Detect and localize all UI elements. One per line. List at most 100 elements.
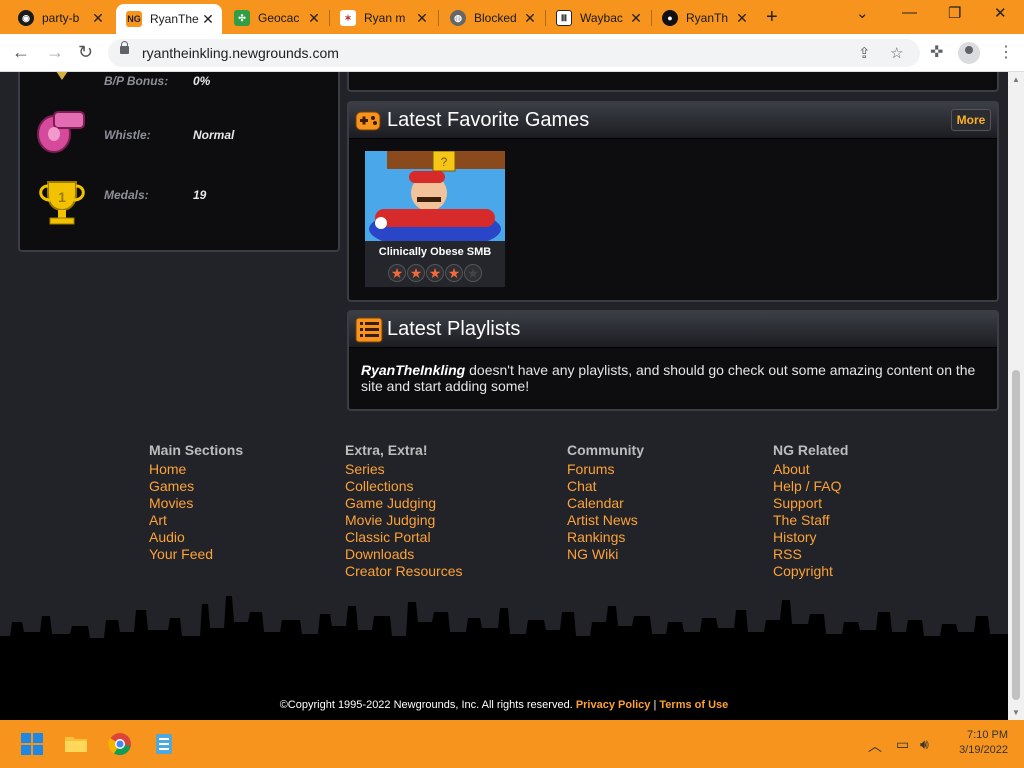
tab-label: Blocked [474, 11, 517, 25]
tab-blocked[interactable]: ◍ Blocked ✕ [440, 4, 544, 32]
menu-kebab-icon[interactable]: ⋮ [998, 42, 1014, 62]
back-arrow-icon[interactable]: ← [12, 42, 30, 63]
taskbar-clock[interactable]: 7:10 PM 3/19/2022 [938, 728, 1008, 758]
trophy-icon: 1 [39, 181, 85, 225]
footer-link-home[interactable]: Home [149, 461, 243, 478]
footer-link-collections[interactable]: Collections [345, 478, 463, 495]
tab-divider [545, 10, 546, 26]
forward-arrow-icon[interactable]: → [46, 42, 64, 63]
tab-divider [438, 10, 439, 26]
footer-link-ng-wiki[interactable]: NG Wiki [567, 546, 644, 563]
tab-strip: ◉ party-b ✕ NG RyanThe ✕ ✣ Geocac ✕ ✶ Ry… [0, 0, 1024, 34]
star-filled-icon: ★ [388, 264, 406, 282]
globe-icon: ◍ [450, 10, 466, 26]
tab-close-icon[interactable]: ✕ [90, 10, 106, 27]
tab-close-icon[interactable]: ✕ [414, 10, 430, 27]
windows-start-icon[interactable] [20, 732, 44, 756]
svg-text:1: 1 [58, 189, 66, 205]
tab-close-icon[interactable]: ✕ [200, 11, 216, 28]
bookmark-star-icon[interactable]: ☆ [890, 44, 903, 62]
footer-link-your-feed[interactable]: Your Feed [149, 546, 243, 563]
tab-search-chevron-icon[interactable]: ⌄ [856, 4, 869, 22]
footer-link-classic-portal[interactable]: Classic Portal [345, 529, 463, 546]
footer-link-audio[interactable]: Audio [149, 529, 243, 546]
footer-heading: Community [567, 442, 644, 458]
tab-ryantheinkling[interactable]: NG RyanThe ✕ [116, 4, 222, 34]
share-icon[interactable]: ⇪ [858, 44, 871, 62]
footer-heading: Extra, Extra! [345, 442, 428, 458]
footer-link-help-faq[interactable]: Help / FAQ [773, 478, 848, 495]
profile-avatar-icon[interactable] [958, 42, 980, 64]
reload-icon[interactable]: ↻ [78, 42, 93, 63]
tab-ryan-m[interactable]: ✶ Ryan m ✕ [330, 4, 436, 32]
game-card[interactable]: ? Clinically Obese SMB ★ ★ ★ ★ ★ [365, 151, 505, 287]
address-bar[interactable]: ryantheinkling.newgrounds.com ⇪ ☆ [108, 39, 920, 67]
new-tab-plus-icon[interactable]: + [766, 6, 778, 29]
username-link[interactable]: RyanTheInkling [361, 362, 465, 378]
restore-icon[interactable]: ❐ [948, 4, 961, 22]
footer-link-history[interactable]: History [773, 529, 848, 546]
footer-link-copyright[interactable]: Copyright [773, 563, 848, 580]
footer-link-the-staff[interactable]: The Staff [773, 512, 848, 529]
tab-ryanth[interactable]: ● RyanTh ✕ [652, 4, 756, 32]
geocaching-icon: ✣ [234, 10, 250, 26]
footer-link-about[interactable]: About [773, 461, 848, 478]
network-icon[interactable]: ▭ [896, 736, 909, 753]
lock-icon [120, 41, 129, 54]
scrollbar-thumb[interactable] [1012, 370, 1020, 700]
footer-link-games[interactable]: Games [149, 478, 243, 495]
chrome-icon[interactable] [108, 732, 132, 756]
minimize-icon[interactable]: — [902, 4, 917, 21]
tab-close-icon[interactable]: ✕ [734, 10, 750, 27]
tab-wayback[interactable]: Ⅲ Waybac ✕ [546, 4, 650, 32]
copyright-separator: | [653, 699, 657, 711]
scroll-down-arrow-icon[interactable]: ▼ [1012, 708, 1020, 717]
tab-close-icon[interactable]: ✕ [628, 10, 644, 27]
footer-link-forums[interactable]: Forums [567, 461, 644, 478]
footer-link-game-judging[interactable]: Game Judging [345, 495, 463, 512]
footer-link-rss[interactable]: RSS [773, 546, 848, 563]
more-button[interactable]: More [951, 109, 991, 131]
close-window-icon[interactable]: ✕ [994, 4, 1007, 22]
scroll-up-arrow-icon[interactable]: ▲ [1012, 75, 1020, 84]
file-explorer-icon[interactable] [64, 732, 88, 756]
footer-link-artist-news[interactable]: Artist News [567, 512, 644, 529]
privacy-policy-link[interactable]: Privacy Policy [576, 699, 651, 711]
tab-party[interactable]: ◉ party-b ✕ [8, 4, 112, 32]
game-thumbnail[interactable]: ? [365, 151, 505, 241]
game-title[interactable]: Clinically Obese SMB [365, 246, 505, 258]
tab-geocaching[interactable]: ✣ Geocac ✕ [224, 4, 328, 32]
url-text[interactable]: ryantheinkling.newgrounds.com [142, 45, 339, 61]
footer-column-main-sections: Main Sections Home Games Movies Art Audi… [149, 442, 243, 563]
stat-row-medals: 1 Medals: 19 [20, 178, 340, 225]
show-hidden-icons-chevron[interactable]: ︿ [868, 736, 882, 756]
footer-link-chat[interactable]: Chat [567, 478, 644, 495]
tab-close-icon[interactable]: ✕ [522, 10, 538, 27]
tab-close-icon[interactable]: ✕ [306, 10, 322, 27]
extensions-puzzle-icon[interactable]: ✜ [930, 42, 943, 62]
footer-link-movie-judging[interactable]: Movie Judging [345, 512, 463, 529]
stat-label: Medals: [104, 188, 149, 202]
footer-link-creator-resources[interactable]: Creator Resources [345, 563, 463, 580]
footer-link-art[interactable]: Art [149, 512, 243, 529]
copyright-text: ©Copyright 1995-2022 Newgrounds, Inc. Al… [279, 699, 573, 711]
user-stats-panel: B/P Bonus: 0% Whistle: Normal 1 Medals: … [18, 72, 340, 252]
page-scrollbar[interactable]: ▲ ▼ [1008, 72, 1024, 720]
terms-of-use-link[interactable]: Terms of Use [659, 699, 728, 711]
footer-link-series[interactable]: Series [345, 461, 463, 478]
ryan-icon: ✶ [340, 10, 356, 26]
ryan-dark-icon: ● [662, 10, 678, 26]
section-title: Latest Favorite Games [387, 109, 590, 131]
game-thumbnail-image: ? [365, 151, 505, 241]
stat-value: Normal [193, 128, 235, 142]
footer-link-rankings[interactable]: Rankings [567, 529, 644, 546]
copyright-line: ©Copyright 1995-2022 Newgrounds, Inc. Al… [0, 699, 1008, 711]
notepad-icon[interactable] [152, 732, 176, 756]
clock-date: 3/19/2022 [959, 744, 1008, 756]
footer-link-calendar[interactable]: Calendar [567, 495, 644, 512]
footer-link-downloads[interactable]: Downloads [345, 546, 463, 563]
footer-link-support[interactable]: Support [773, 495, 848, 512]
newgrounds-icon: NG [126, 11, 142, 27]
volume-icon[interactable]: 🔊︎ [920, 736, 929, 753]
footer-link-movies[interactable]: Movies [149, 495, 243, 512]
